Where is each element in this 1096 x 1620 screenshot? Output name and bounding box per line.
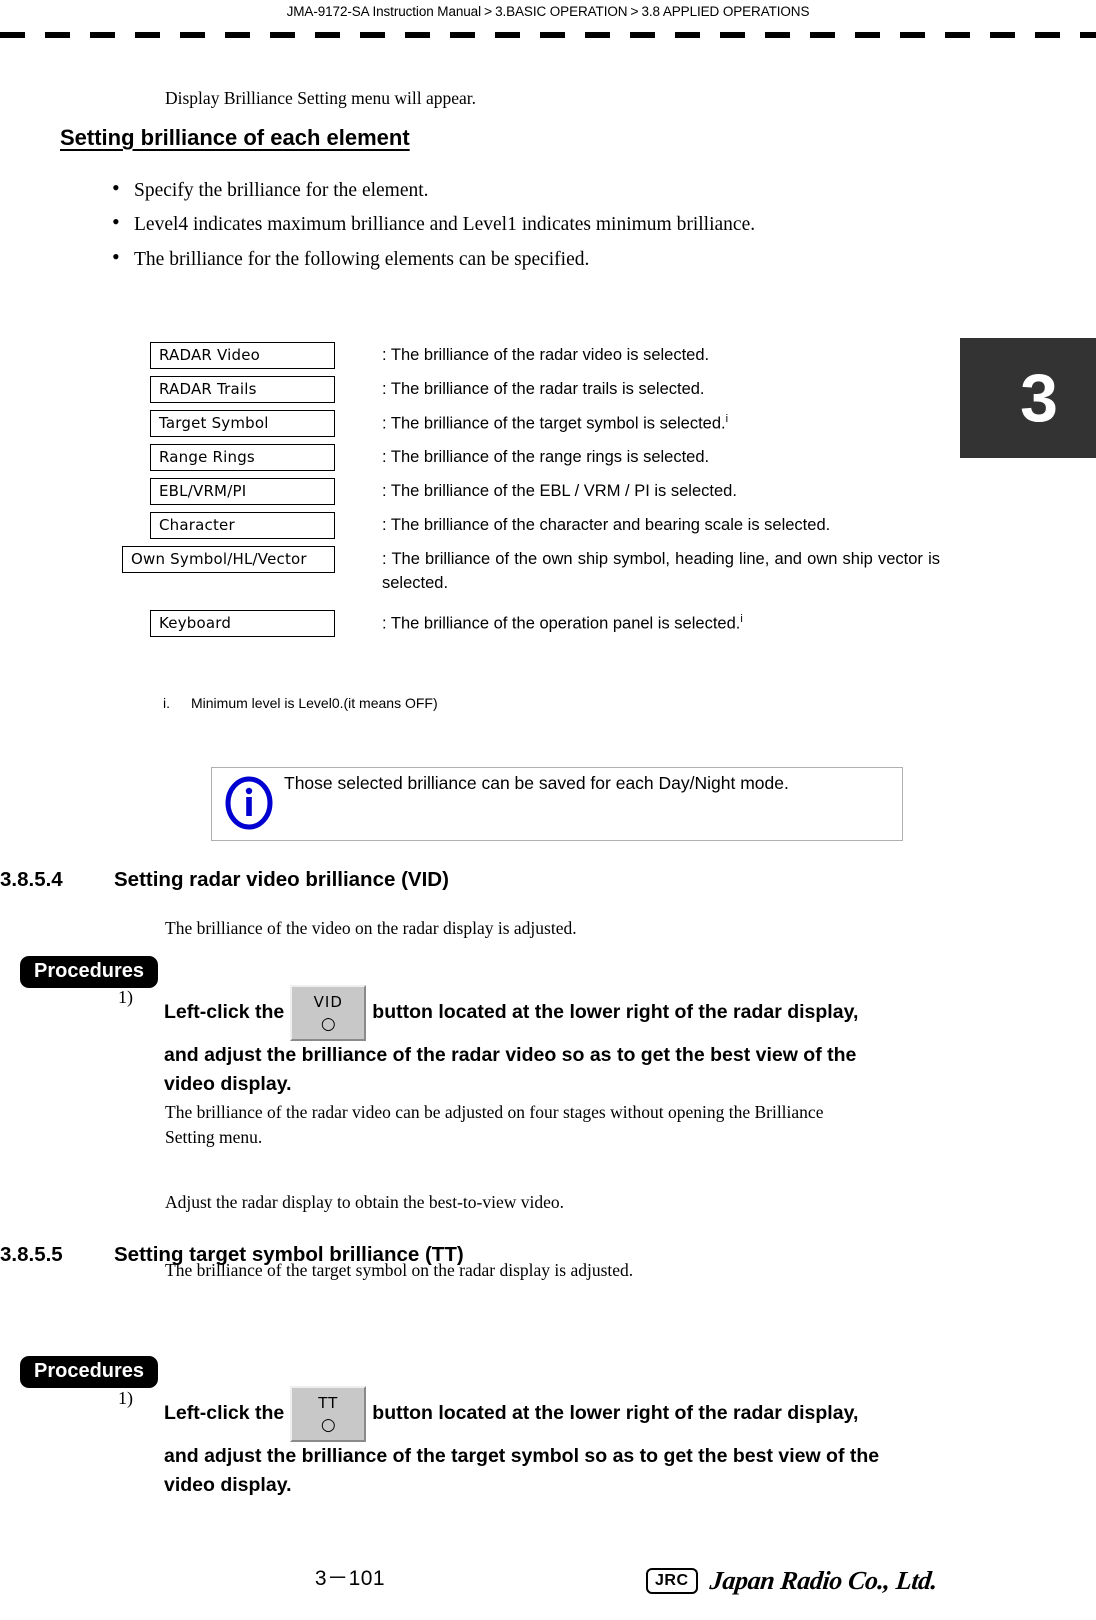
vid-button[interactable]: VID ○ (290, 985, 367, 1041)
element-box-cell: EBL/VRM/PI (150, 478, 382, 505)
chapter-tab: 3 (960, 338, 1096, 458)
breadcrumb-chapter: 3.BASIC OPERATION (495, 4, 628, 19)
element-box-cell: Own Symbol/HL/Vector (122, 546, 382, 573)
bullet-text: Specify the brilliance for the element. (134, 180, 429, 201)
table-row: Own Symbol/HL/Vector : The brilliance of… (122, 546, 940, 596)
element-description-text: : The brilliance of the character and be… (382, 516, 831, 534)
vid-button-circle-icon: ○ (320, 1014, 336, 1034)
breadcrumb-section: 3.8 APPLIED OPERATIONS (641, 4, 810, 19)
element-description-text: : The brilliance of the range rings is s… (382, 448, 710, 466)
element-description-text: : The brilliance of the EBL / VRM / PI i… (382, 482, 737, 500)
element-box-target-symbol[interactable]: Target Symbol (150, 410, 335, 437)
table-row: Keyboard : The brilliance of the operati… (150, 609, 940, 637)
table-row: EBL/VRM/PI : The brilliance of the EBL /… (150, 478, 940, 505)
info-icon (224, 776, 274, 830)
element-box-own-symbol-hl-vector[interactable]: Own Symbol/HL/Vector (122, 546, 335, 573)
element-box-character[interactable]: Character (150, 512, 335, 539)
element-description-text: : The brilliance of the target symbol is… (382, 414, 726, 433)
jrc-logo-name: Japan Radio Co., Ltd. (708, 1566, 939, 1595)
element-description: : The brilliance of the EBL / VRM / PI i… (382, 478, 940, 504)
element-box-cell: RADAR Video (150, 342, 382, 369)
element-box-cell: Target Symbol (150, 410, 382, 437)
jrc-logo-mark: JRC (646, 1567, 698, 1595)
info-box-text: Those selected brilliance can be saved f… (284, 773, 789, 793)
footnote: i. Minimum level is Level0.(it means OFF… (163, 695, 438, 711)
table-row: Target Symbol : The brilliance of the ta… (150, 410, 940, 437)
bullet-dot-icon: • (112, 175, 120, 200)
step-number: 1) (118, 1388, 133, 1408)
page-number: 3－101 (314, 1567, 386, 1590)
procedures-badge-tt: Procedures (20, 1356, 159, 1388)
section-note2-vid: Adjust the radar display to obtain the b… (165, 1192, 565, 1212)
breadcrumb-separator-1: > (483, 3, 493, 19)
bullet-list: • Specify the brilliance for the element… (112, 175, 932, 281)
element-box-cell: Keyboard (150, 609, 382, 637)
jrc-logo: JRC Japan Radio Co., Ltd. (646, 1566, 939, 1596)
element-description: : The brilliance of the own ship symbol,… (382, 546, 940, 596)
step-number: 1) (118, 987, 133, 1007)
element-box-radar-trails[interactable]: RADAR Trails (150, 376, 335, 403)
tt-button-label: TT (318, 1394, 339, 1412)
element-box-cell: RADAR Trails (150, 376, 382, 403)
element-description-text: : The brilliance of the own ship symbol,… (382, 550, 940, 592)
procedures-badge-vid: Procedures (20, 956, 159, 988)
section-note1-vid: The brilliance of the radar video can be… (165, 1102, 824, 1147)
section-number: 3.8.5.4 (0, 868, 63, 891)
element-description: : The brilliance of the operation panel … (382, 610, 940, 636)
step-text: Left-click the VID ○ button located at the … (164, 985, 884, 1100)
breadcrumb-separator-2: > (630, 3, 639, 19)
tt-button[interactable]: TT ○ (290, 1386, 367, 1442)
element-description: : The brilliance of the character and be… (382, 512, 940, 538)
bullet-text: Level4 indicates maximum brilliance and … (134, 214, 756, 236)
header-dashed-rule (0, 32, 1096, 38)
step-text: Left-click the TT ○ button located at the l… (164, 1386, 884, 1501)
list-item: • The brilliance for the following eleme… (112, 243, 932, 273)
footnote-ref: i (725, 413, 729, 425)
element-box-keyboard[interactable]: Keyboard (150, 609, 335, 637)
section-heading-vid: 3.8.5.4 Setting radar video brilliance (… (0, 868, 900, 892)
bullet-text: The brilliance for the following element… (134, 248, 590, 270)
step-text-part1: Left-click the (164, 1001, 285, 1024)
procedure-step-vid: 1) Left-click the VID ○ button located at t… (118, 985, 884, 1100)
element-box-ebl-vrm-pi[interactable]: EBL/VRM/PI (150, 478, 335, 505)
brilliance-element-table: RADAR Video : The brilliance of the rada… (122, 342, 940, 644)
element-description-text: : The brilliance of the operation panel … (382, 614, 741, 633)
table-row: Character : The brilliance of the charac… (150, 512, 940, 539)
info-box: Those selected brilliance can be saved f… (211, 767, 903, 841)
element-description: : The brilliance of the target symbol is… (382, 410, 940, 436)
page-header: JMA-9172-SA Instruction Manual >3.BASIC O… (0, 0, 1096, 22)
step-text-part1: Left-click the (164, 1402, 285, 1425)
element-box-cell: Character (150, 512, 382, 539)
element-description-text: : The brilliance of the radar trails is … (382, 380, 705, 398)
footnote-marker: i. (163, 695, 170, 711)
table-row: RADAR Video : The brilliance of the rada… (150, 342, 940, 369)
section-number: 3.8.5.5 (0, 1243, 63, 1266)
procedure-step-tt: 1) Left-click the TT ○ button located at th… (118, 1386, 884, 1501)
footnote-text: Minimum level is Level0.(it means OFF) (191, 695, 438, 711)
section-intro-tt: The brilliance of the target symbol on t… (165, 1260, 634, 1280)
intro-line: Display Brilliance Setting menu will app… (165, 88, 477, 108)
tt-button-circle-icon: ○ (320, 1415, 336, 1435)
list-item: • Level4 indicates maximum brilliance an… (112, 209, 932, 238)
element-description-text: : The brilliance of the radar video is s… (382, 346, 710, 364)
table-row: RADAR Trails : The brilliance of the rad… (150, 376, 940, 403)
bullet-dot-icon: • (112, 209, 120, 235)
element-description: : The brilliance of the radar video is s… (382, 342, 940, 368)
chapter-tab-number: 3 (1020, 360, 1058, 436)
element-description: : The brilliance of the radar trails is … (382, 376, 940, 402)
element-box-range-rings[interactable]: Range Rings (150, 444, 335, 471)
section-title: Setting radar video brilliance (VID) (114, 868, 449, 891)
element-box-radar-video[interactable]: RADAR Video (150, 342, 335, 369)
element-description: : The brilliance of the range rings is s… (382, 444, 940, 470)
bullet-dot-icon: • (112, 243, 120, 269)
element-box-cell: Range Rings (150, 444, 382, 471)
table-row: Range Rings : The brilliance of the rang… (150, 444, 940, 471)
footnote-ref: i (740, 612, 743, 625)
section-intro-vid: The brilliance of the video on the radar… (165, 918, 577, 938)
breadcrumb: JMA-9172-SA Instruction Manual >3.BASIC O… (286, 3, 810, 19)
sub-heading: Setting brilliance of each element (60, 125, 410, 150)
vid-button-label: VID (313, 993, 343, 1011)
breadcrumb-manual: JMA-9172-SA Instruction Manual (286, 4, 481, 19)
list-item: • Specify the brilliance for the element… (112, 175, 932, 204)
